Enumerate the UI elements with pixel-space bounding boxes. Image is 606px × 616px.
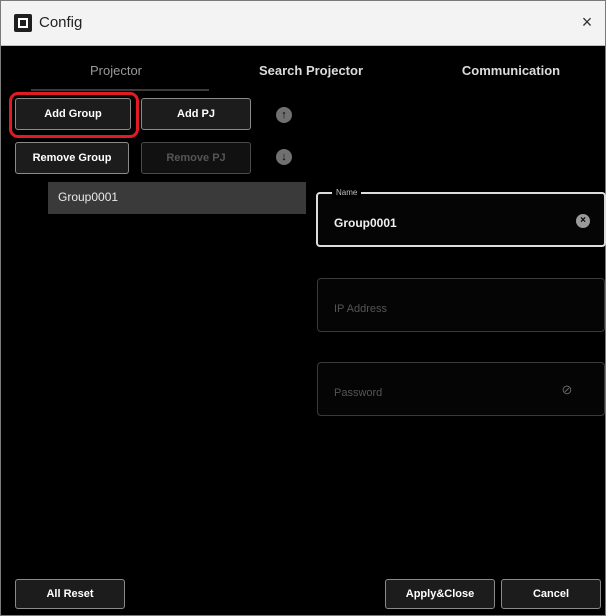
footer-bar: All Reset Apply&Close Cancel xyxy=(1,575,605,615)
add-pj-button[interactable]: Add PJ xyxy=(141,98,251,130)
config-app-icon xyxy=(14,14,32,32)
tab-communication[interactable]: Communication xyxy=(436,63,586,78)
ip-address-placeholder: IP Address xyxy=(334,303,387,315)
list-item[interactable]: Group0001 xyxy=(48,182,306,214)
group-list: Group0001 xyxy=(48,182,306,214)
remove-pj-button[interactable]: Remove PJ xyxy=(141,142,251,174)
add-group-highlight xyxy=(9,92,139,138)
cancel-button[interactable]: Cancel xyxy=(501,579,601,609)
active-tab-indicator xyxy=(31,89,209,91)
name-field-value: Group0001 xyxy=(334,216,397,230)
tab-projector[interactable]: Projector xyxy=(41,63,191,78)
password-placeholder: Password xyxy=(334,387,383,399)
name-field-label: Name xyxy=(332,187,362,199)
close-button[interactable]: × xyxy=(575,10,599,34)
arrow-up-icon[interactable]: ↑ xyxy=(276,107,292,123)
remove-group-button[interactable]: Remove Group xyxy=(15,142,129,174)
clear-icon[interactable]: × xyxy=(576,214,590,228)
title-bar: Config × xyxy=(1,1,605,46)
config-window: Config × Projector Search Projector Comm… xyxy=(0,0,606,616)
window-title: Config xyxy=(39,14,83,31)
arrow-down-icon[interactable]: ↓ xyxy=(276,149,292,165)
tab-search-projector[interactable]: Search Projector xyxy=(236,63,386,78)
name-field[interactable]: Name Group0001 × xyxy=(316,187,606,247)
password-field[interactable]: Password ⊘ xyxy=(317,362,605,416)
all-reset-button[interactable]: All Reset xyxy=(15,579,125,609)
apply-close-button[interactable]: Apply&Close xyxy=(385,579,495,609)
ip-address-field[interactable]: IP Address xyxy=(317,278,605,332)
eye-slash-icon[interactable]: ⊘ xyxy=(560,383,574,397)
tab-bar: Projector Search Projector Communication xyxy=(1,45,605,93)
